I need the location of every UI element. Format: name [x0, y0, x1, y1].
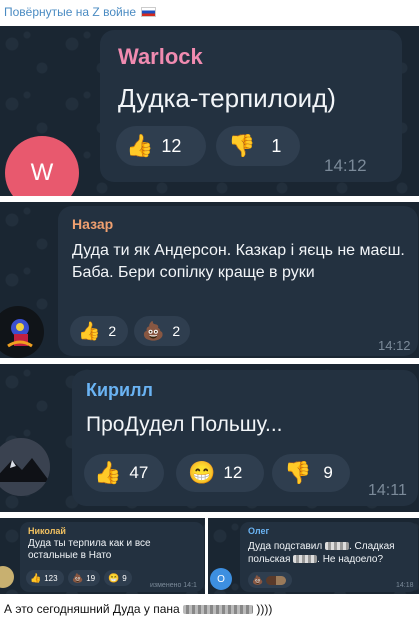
message-text: ПроДудел Польшу...: [86, 413, 283, 436]
reaction-thumbs-up[interactable]: 👍 123: [26, 570, 64, 586]
reaction-thumbs-up[interactable]: 👍 47: [84, 454, 164, 492]
thumbs-up-icon: 👍: [94, 460, 122, 485]
message-text: Дудка-терпилоид): [118, 83, 336, 113]
post-title: Повёрнутые на Z войне: [4, 4, 156, 20]
reaction-count: 2: [108, 323, 117, 339]
post-title-text: Повёрнутые на Z войне: [4, 5, 136, 19]
screenshot-panel-nazar: Назар Дуда ти як Андерсон. Казкар і яєць…: [0, 202, 419, 358]
reaction-count: 123: [44, 573, 58, 583]
grin-icon: 😁: [108, 572, 120, 583]
thumbs-up-icon: 👍: [78, 320, 101, 341]
reaction-grin[interactable]: 😁 9: [104, 570, 132, 586]
message-bubble[interactable]: Warlock Дудка-терпилоид) 👍 12 👎 1 14:12: [100, 30, 402, 182]
reaction-poop[interactable]: 💩 2: [134, 316, 190, 346]
reaction-count: 19: [86, 573, 96, 583]
sender-name[interactable]: Кирилл: [86, 380, 153, 401]
message-time: 14:12: [378, 338, 411, 353]
censored-blur: [293, 555, 318, 564]
screenshot-panel-nikolai: Николай Дуда ты терпила как и все осталь…: [0, 518, 205, 594]
reactor-avatars: [266, 575, 287, 585]
avatar-letter: О: [217, 573, 225, 585]
thumbs-up-icon: 👍: [30, 572, 42, 583]
reaction-count: 12: [223, 463, 243, 482]
poop-icon: 💩: [252, 574, 264, 585]
reaction-poop[interactable]: 💩: [248, 572, 292, 588]
reaction-thumbs-up[interactable]: 👍 2: [70, 316, 128, 346]
sender-name[interactable]: Олег: [248, 526, 269, 536]
message-text: Дуда ти як Андерсон. Казкар і яєць не ма…: [72, 242, 405, 281]
message-text-part: польская: [248, 554, 291, 565]
message-text-part: . Сладкая: [348, 541, 395, 552]
message-bubble[interactable]: Назар Дуда ти як Андерсон. Казкар і яєць…: [58, 206, 418, 356]
post-caption: А это сегодняшний Дуда у пана )))): [4, 602, 272, 616]
russia-flag-icon: [141, 7, 156, 17]
reaction-grin[interactable]: 😁 12: [176, 454, 264, 492]
reaction-thumbs-up[interactable]: 👍 12: [116, 126, 206, 166]
reaction-count: 47: [129, 463, 149, 482]
reaction-count: 9: [122, 573, 127, 583]
grin-icon: 😁: [188, 460, 216, 485]
screenshot-panel-kirill: Кирилл ПроДудел Польшу... 👍 47 😁 12 👎 9 …: [0, 364, 419, 512]
message-bubble[interactable]: Олег Дуда подставил . Сладкая польская .…: [240, 522, 418, 592]
screenshot-panel-warlock: W Warlock Дудка-терпилоид) 👍 12 👎 1 14:1…: [0, 26, 419, 196]
avatar-oleg[interactable]: О: [210, 568, 232, 590]
message-text: Дуда подставил . Сладкая польская . Не н…: [248, 540, 414, 566]
message-time: 14:12: [324, 156, 367, 175]
sender-name[interactable]: Николай: [28, 526, 66, 536]
message-text: Дуда ты терпила как и все остальные в На…: [28, 538, 151, 561]
thumbs-up-icon: 👍: [126, 133, 154, 158]
message-bubble[interactable]: Кирилл ПроДудел Польшу... 👍 47 😁 12 👎 9 …: [72, 370, 418, 506]
message-time: изменено 14:1: [150, 582, 197, 589]
reaction-count: 1: [271, 135, 282, 156]
caption-text: )))): [256, 602, 273, 616]
avatar-character-image: [7, 319, 33, 348]
message-time: 14:18: [396, 582, 414, 589]
poop-icon: 💩: [72, 572, 84, 583]
reaction-count: 12: [161, 135, 182, 156]
caption-text: А это сегодняшний Дуда у пана: [4, 602, 180, 616]
thumbs-down-icon: 👎: [284, 460, 312, 485]
screenshot-panel-oleg: О Олег Дуда подставил . Сладкая польская…: [208, 518, 419, 594]
avatar-letter: W: [30, 159, 54, 186]
reaction-count: 9: [323, 463, 333, 482]
message-text-part: . Не надоело?: [317, 554, 384, 565]
reaction-count: 2: [172, 323, 181, 339]
reaction-thumbs-down[interactable]: 👎 9: [272, 454, 350, 492]
censored-blur: [183, 605, 254, 615]
sender-name[interactable]: Warlock: [118, 44, 203, 70]
message-text-part: Дуда подставил: [248, 541, 323, 552]
poop-icon: 💩: [142, 320, 165, 341]
message-time: 14:11: [368, 482, 407, 499]
reaction-thumbs-down[interactable]: 👎 1: [216, 126, 300, 166]
censored-blur: [324, 542, 349, 551]
thumbs-down-icon: 👎: [228, 133, 256, 158]
reaction-poop[interactable]: 💩 19: [68, 570, 100, 586]
sender-name[interactable]: Назар: [72, 216, 113, 232]
message-bubble[interactable]: Николай Дуда ты терпила как и все осталь…: [20, 522, 204, 592]
